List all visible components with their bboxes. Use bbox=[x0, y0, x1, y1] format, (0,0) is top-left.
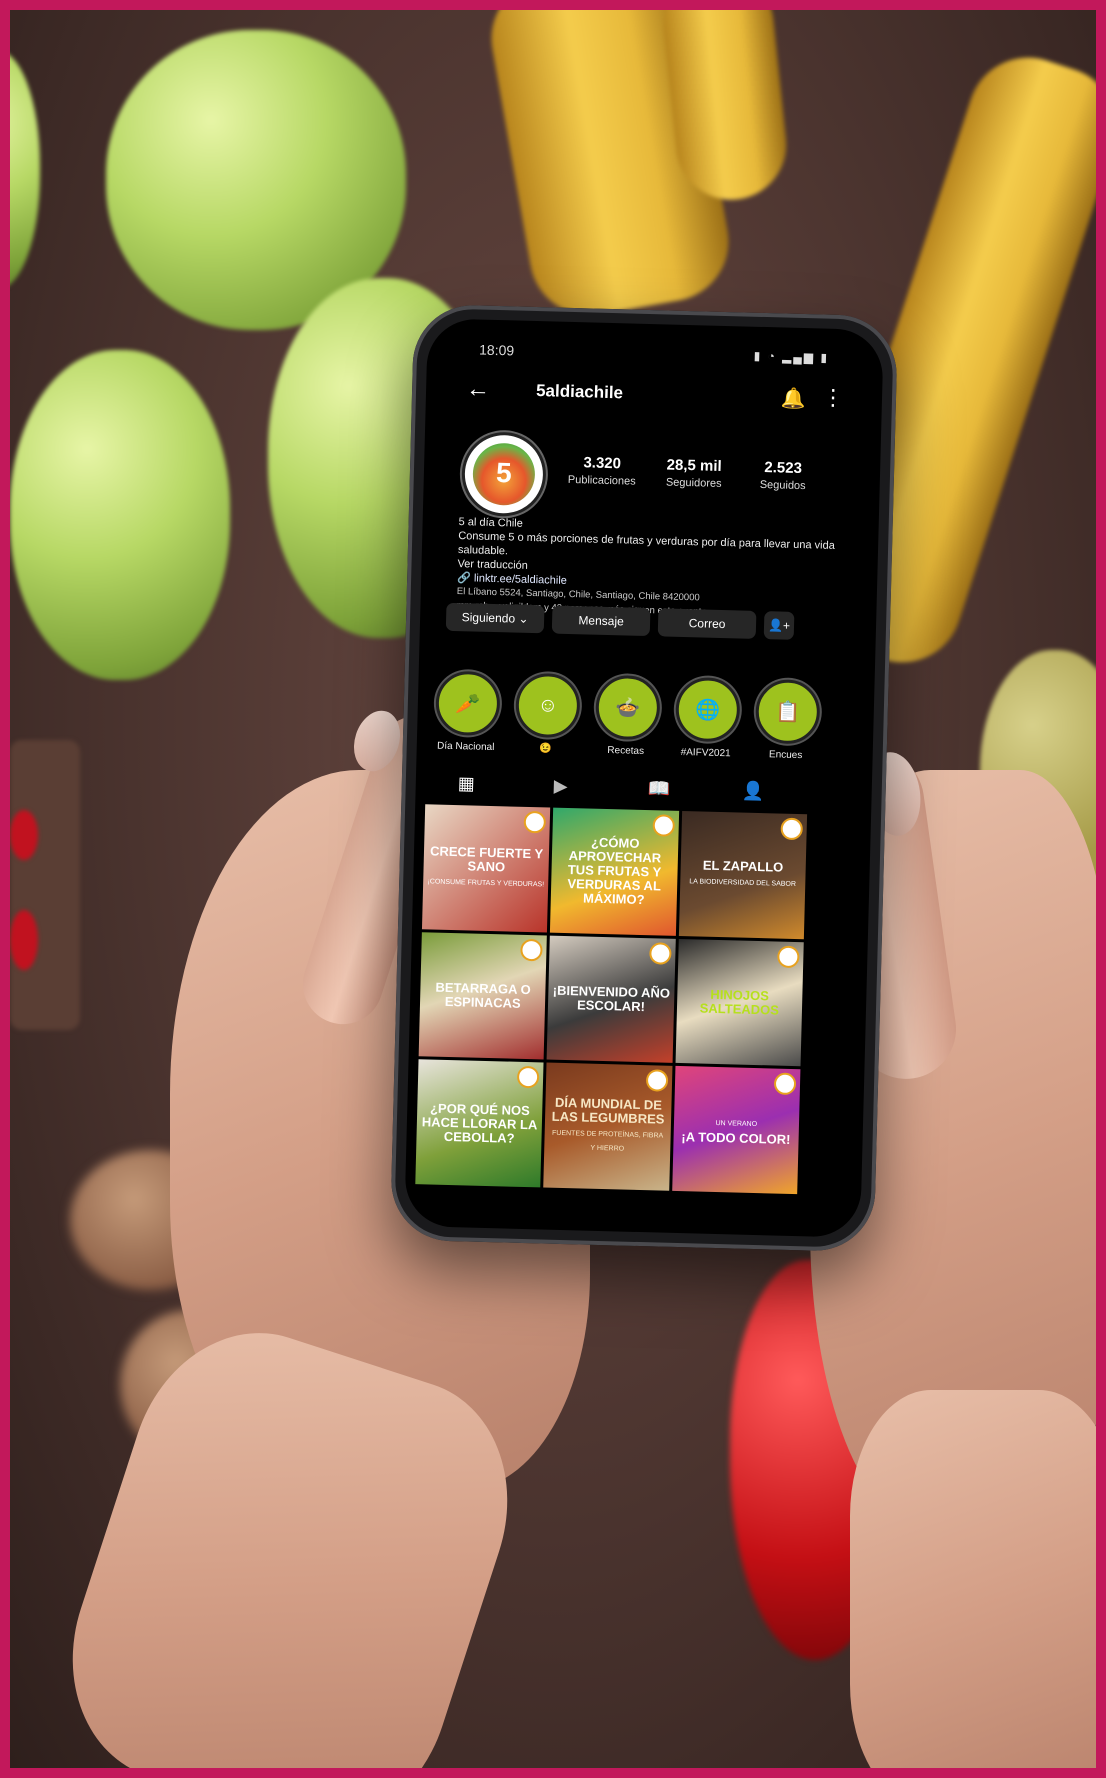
smartphone: 18:09 ▮ ◔ ▂▄▆ ▮ ← 5aldiachile 🔔 ⋮ 5 3.32… bbox=[389, 303, 899, 1253]
profile-avatar[interactable]: 5 bbox=[460, 431, 547, 518]
message-button[interactable]: Mensaje bbox=[551, 605, 651, 637]
highlight-dia-nacional[interactable]: 🥕 Día Nacional bbox=[435, 670, 501, 754]
photo-frame: 18:09 ▮ ◔ ▂▄▆ ▮ ← 5aldiachile 🔔 ⋮ 5 3.32… bbox=[0, 0, 1106, 1778]
highlight-survey-icon: 📋 bbox=[754, 678, 821, 745]
following-button[interactable]: Siguiendo ⌄ bbox=[445, 602, 545, 634]
stat-followers[interactable]: 28,5 mil Seguidores bbox=[646, 456, 743, 491]
stat-posts[interactable]: 3.320 Publicaciones bbox=[554, 454, 651, 489]
logo-badge-icon bbox=[648, 941, 672, 965]
logo-5-al-dia: 5 bbox=[472, 442, 536, 507]
logo-badge-icon bbox=[780, 817, 804, 841]
posts-grid: CRECE FUERTE Y SANO ¡CONSUME FRUTAS Y VER… bbox=[415, 804, 808, 1195]
email-button[interactable]: Correo bbox=[657, 608, 757, 639]
logo-badge-icon bbox=[773, 1072, 797, 1096]
guides-tab-icon[interactable]: 📖 bbox=[647, 778, 670, 800]
logo-badge-icon bbox=[517, 1066, 540, 1089]
highlight-vegetables-icon: 🥕 bbox=[435, 670, 501, 737]
green-apple bbox=[10, 50, 40, 290]
red-fruit bbox=[10, 910, 38, 970]
chevron-down-icon: ⌄ bbox=[518, 611, 529, 626]
profile-username: 5aldiachile bbox=[535, 381, 624, 403]
post-tile[interactable]: EL ZAPALLO LA BIODIVERSIDAD DEL SABOR bbox=[678, 811, 808, 939]
highlight-pot-icon: 🍲 bbox=[595, 674, 661, 741]
logo-badge-icon bbox=[645, 1069, 669, 1093]
notification-bell-icon[interactable]: 🔔 bbox=[781, 385, 807, 411]
post-tile[interactable]: ¿POR QUÉ NOS HACE LLORAR LA CEBOLLA? bbox=[415, 1059, 544, 1188]
add-user-icon[interactable]: 👤+ bbox=[763, 611, 795, 640]
post-tile[interactable]: BETARRAGA O ESPINACAS bbox=[418, 931, 548, 1060]
logo-badge-icon bbox=[652, 814, 675, 837]
post-tile[interactable]: DÍA MUNDIAL DE LAS LEGUMBRES FUENTES DE P… bbox=[543, 1062, 673, 1191]
highlight-globe-icon: 🌐 bbox=[674, 676, 741, 743]
post-tile[interactable]: CRECE FUERTE Y SANO ¡CONSUME FRUTAS Y VER… bbox=[421, 804, 551, 933]
highlight-emoji[interactable]: ☺ 😉 bbox=[515, 672, 581, 756]
link-icon: 🔗 bbox=[457, 572, 475, 585]
post-tile[interactable]: ¿CÓMO APROVECHAR TUS FRUTAS Y VERDURAS A… bbox=[550, 807, 679, 936]
highlight-aifv2021[interactable]: 🌐 #AIFV2021 bbox=[674, 676, 741, 760]
red-fruit bbox=[10, 810, 38, 860]
reels-tab-icon[interactable]: ▶ bbox=[553, 776, 568, 797]
phone-screen: 18:09 ▮ ◔ ▂▄▆ ▮ ← 5aldiachile 🔔 ⋮ 5 3.32… bbox=[404, 318, 884, 1238]
post-tile[interactable]: ¡BIENVENIDO AÑO ESCOLAR! bbox=[546, 935, 676, 1064]
highlight-encuestas[interactable]: 📋 Encues bbox=[754, 678, 821, 762]
status-icons: ▮ ◔ ▂▄▆ ▮ bbox=[753, 348, 830, 365]
profile-top-bar: ← 5aldiachile 🔔 ⋮ bbox=[456, 373, 853, 419]
logo-badge-icon bbox=[520, 938, 544, 962]
logo-badge-icon bbox=[777, 945, 800, 968]
more-options-icon[interactable]: ⋮ bbox=[822, 385, 845, 412]
tagged-tab-icon[interactable]: 👤 bbox=[741, 781, 764, 803]
back-arrow-icon[interactable]: ← bbox=[466, 375, 491, 404]
green-apple bbox=[10, 350, 230, 680]
stat-following[interactable]: 2.523 Seguidos bbox=[740, 458, 827, 492]
post-tile[interactable]: UN VERANO ¡A TODO COLOR! bbox=[671, 1066, 801, 1195]
status-time: 18:09 bbox=[478, 341, 515, 359]
highlight-smile-icon: ☺ bbox=[515, 672, 581, 739]
logo-badge-icon bbox=[523, 810, 547, 834]
grid-tab-icon[interactable]: ▦ bbox=[458, 773, 476, 794]
bowl bbox=[10, 740, 80, 1030]
post-tile[interactable]: HINOJOS SALTEADOS bbox=[675, 938, 804, 1067]
right-wrist bbox=[850, 1390, 1096, 1768]
highlight-recetas[interactable]: 🍲 Recetas bbox=[595, 674, 661, 758]
